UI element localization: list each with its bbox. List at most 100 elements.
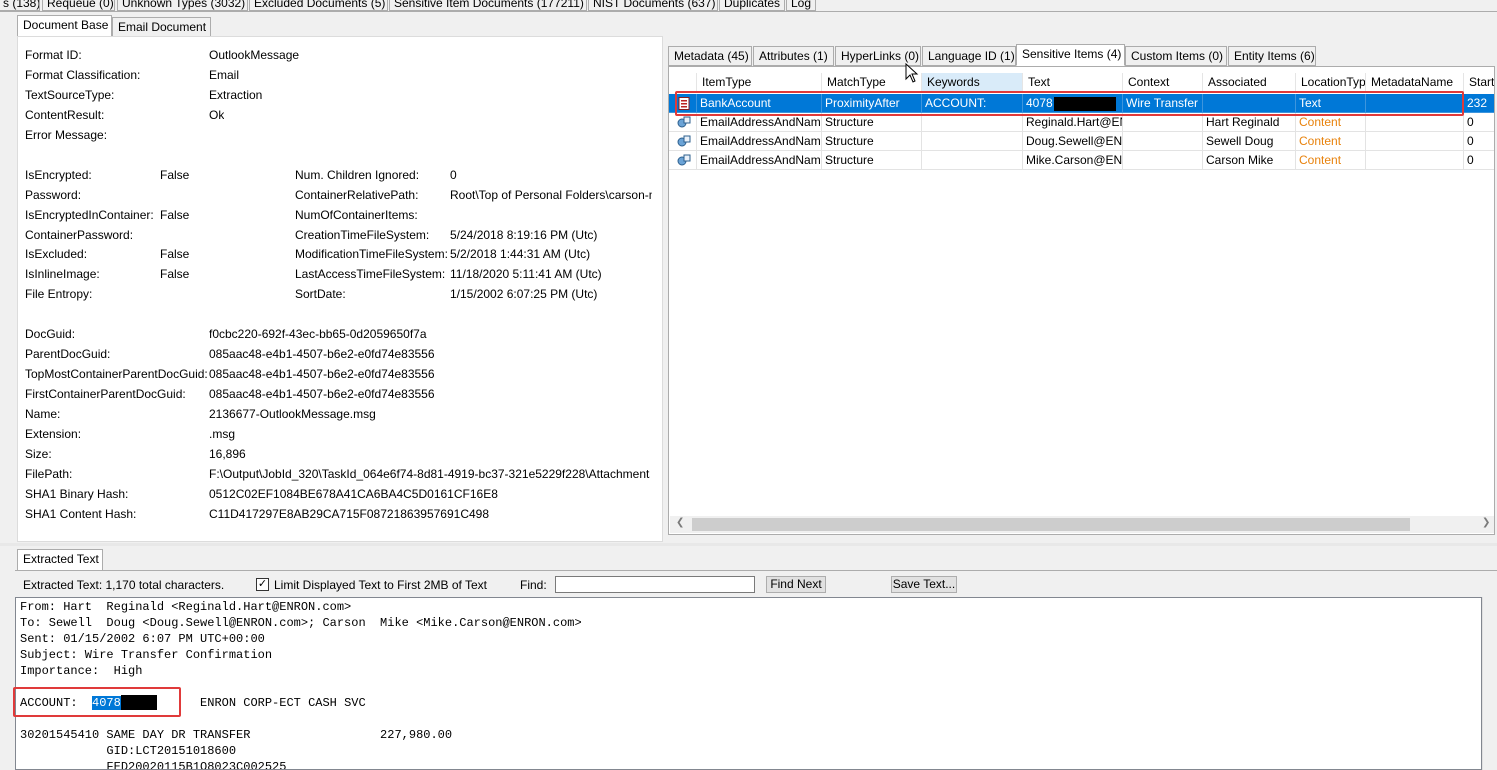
prop-label: Name: <box>25 407 61 421</box>
prop-label: SHA1 Content Hash: <box>25 507 137 521</box>
prop-value: OutlookMessage <box>209 48 300 62</box>
prop-label: TopMostContainerParentDocGuid: <box>25 367 208 381</box>
prop-value: 1/15/2002 6:07:25 PM (Utc) <box>450 287 598 301</box>
tab-nist-documents[interactable]: NIST Documents (637) <box>588 0 718 11</box>
prop-label: FirstContainerParentDocGuid: <box>25 387 186 401</box>
cell-context <box>1123 151 1203 170</box>
prop-value: Ok <box>209 108 225 122</box>
prop-label: ContainerPassword: <box>25 228 134 242</box>
extracted-text-area[interactable]: From: Hart Reginald <Reginald.Hart@ENRON… <box>15 597 1482 770</box>
cell-location: Content <box>1296 132 1366 151</box>
cell-location: Content <box>1296 151 1366 170</box>
prop-value: .msg <box>209 427 236 441</box>
prop-label: IsInlineImage: <box>25 267 100 281</box>
cell-context <box>1123 132 1203 151</box>
prop-label: FilePath: <box>25 467 73 481</box>
tab-log[interactable]: Log <box>786 0 816 11</box>
tab-custom-items[interactable]: Custom Items (0) <box>1125 46 1227 66</box>
scrollbar-thumb[interactable] <box>692 518 1410 531</box>
tab-email-document[interactable]: Email Document <box>112 17 211 37</box>
text-line: From: Hart Reginald <Reginald.Hart@ENRON… <box>20 600 352 614</box>
top-tab-strip: s (138) Requeue (0) Unknown Types (3032)… <box>0 0 1497 11</box>
col-header-context[interactable]: Context <box>1123 73 1203 92</box>
prop-value: False <box>160 168 190 182</box>
prop-value: 085aac48-e4b1-4507-b6e2-e0fd74e83556 <box>209 347 435 361</box>
prop-value: 0 <box>450 168 457 182</box>
cell-start: 0 <box>1464 113 1494 132</box>
top-tab-divider <box>0 11 1497 12</box>
tab-metadata[interactable]: Metadata (45) <box>668 46 752 66</box>
col-header-itemtype[interactable]: ItemType <box>697 73 822 92</box>
text-line: GID:LCT20151018600 <box>20 744 237 758</box>
grid-horizontal-scrollbar[interactable]: ❮ ❯ <box>670 516 1494 533</box>
prop-label: File Entropy: <box>25 287 93 301</box>
cell-associated: Carson Mike <box>1203 151 1296 170</box>
panel-splitter[interactable] <box>0 543 1497 546</box>
tab-document-base[interactable]: Document Base <box>17 15 112 37</box>
col-header-metadataname[interactable]: MetadataName <box>1366 73 1464 92</box>
table-row[interactable]: EmailAddressAndNam Structure Mike.Carson… <box>669 151 1494 170</box>
extracted-tab-divider <box>15 570 1497 571</box>
col-header-keywords[interactable]: Keywords <box>922 73 1023 92</box>
mouse-cursor-icon <box>905 63 919 83</box>
prop-value: 2136677-OutlookMessage.msg <box>209 407 376 421</box>
cell-start: 0 <box>1464 151 1494 170</box>
tab-attributes[interactable]: Attributes (1) <box>753 46 834 66</box>
table-row[interactable]: EmailAddressAndNam Structure Doug.Sewell… <box>669 132 1494 151</box>
grid-header-icon-col <box>669 73 697 92</box>
tab-entity-items[interactable]: Entity Items (6) <box>1228 46 1316 66</box>
prop-value: Root\Top of Personal Folders\carson-m <box>450 188 652 202</box>
prop-value: F:\Output\JobId_320\TaskId_064e6f74-8d81… <box>209 467 650 481</box>
tab-duplicates[interactable]: Duplicates <box>719 0 785 11</box>
limit-checkbox-label: Limit Displayed Text to First 2MB of Tex… <box>274 578 487 592</box>
find-input[interactable] <box>555 576 755 593</box>
col-header-start[interactable]: Start <box>1464 73 1494 92</box>
prop-label: NumOfContainerItems: <box>295 208 418 222</box>
grid-header: ItemType MatchType Keywords Text Context… <box>669 73 1494 92</box>
prop-value: 5/2/2018 1:44:31 AM (Utc) <box>450 247 591 261</box>
sensitive-items-grid[interactable]: ItemType MatchType Keywords Text Context… <box>668 66 1495 535</box>
col-header-associated[interactable]: Associated <box>1203 73 1296 92</box>
prop-label: Size: <box>25 447 52 461</box>
cell-itemtype: EmailAddressAndNam <box>697 151 822 170</box>
tab-requeue[interactable]: Requeue (0) <box>42 0 115 11</box>
prop-label: CreationTimeFileSystem: <box>295 228 430 242</box>
prop-label: Extension: <box>25 427 82 441</box>
prop-label: Format ID: <box>25 48 82 62</box>
cell-text: Mike.Carson@EN <box>1023 151 1123 170</box>
prop-value: False <box>160 247 190 261</box>
find-label: Find: <box>520 578 547 592</box>
prop-value: 16,896 <box>209 447 246 461</box>
prop-label: IsExcluded: <box>25 247 88 261</box>
tab-excluded-documents[interactable]: Excluded Documents (5) <box>249 0 388 11</box>
text-line: Sent: 01/15/2002 6:07 PM UTC+00:00 <box>20 632 265 646</box>
prop-label: ParentDocGuid: <box>25 347 111 361</box>
prop-value: 085aac48-e4b1-4507-b6e2-e0fd74e83556 <box>209 387 435 401</box>
prop-label: Password: <box>25 188 82 202</box>
text-line: 30201545410 SAME DAY DR TRANSFER 227,980… <box>20 728 453 742</box>
scroll-left-arrow-icon[interactable]: ❮ <box>676 517 684 528</box>
col-header-locationtype[interactable]: LocationTyp <box>1296 73 1366 92</box>
text-line: FED20020115B1O8023C002525 <box>20 760 287 770</box>
extracted-vertical-scrollbar[interactable] <box>1482 597 1497 770</box>
prop-value: C11D417297E8AB29CA715F08721863957691C498 <box>209 507 490 521</box>
prop-label: Num. Children Ignored: <box>295 168 420 182</box>
highlight-box-account <box>13 687 181 717</box>
tab-unknown-types[interactable]: Unknown Types (3032) <box>117 0 248 11</box>
tab-extracted-text[interactable]: Extracted Text <box>17 549 103 571</box>
tab-queue[interactable]: s (138) <box>0 0 40 11</box>
prop-value: 11/18/2020 5:11:41 AM (Utc) <box>450 267 602 281</box>
limit-checkbox[interactable]: ✓ <box>256 578 269 591</box>
tab-sensitive-items[interactable]: Sensitive Items (4) <box>1016 44 1125 66</box>
prop-label: ContentResult: <box>25 108 105 122</box>
tab-language-id[interactable]: Language ID (1) <box>922 46 1016 66</box>
scroll-right-arrow-icon[interactable]: ❯ <box>1482 517 1490 528</box>
extracted-summary: Extracted Text: 1,170 total characters. <box>23 578 225 592</box>
row-icon-cell <box>669 151 697 170</box>
cell-metadata <box>1366 151 1464 170</box>
find-next-button[interactable]: Find Next <box>766 576 826 593</box>
tab-sensitive-item-documents[interactable]: Sensitive Item Documents (177211) <box>389 0 587 11</box>
save-text-button[interactable]: Save Text... <box>891 576 957 593</box>
email-address-icon <box>677 135 691 147</box>
col-header-text[interactable]: Text <box>1023 73 1123 92</box>
